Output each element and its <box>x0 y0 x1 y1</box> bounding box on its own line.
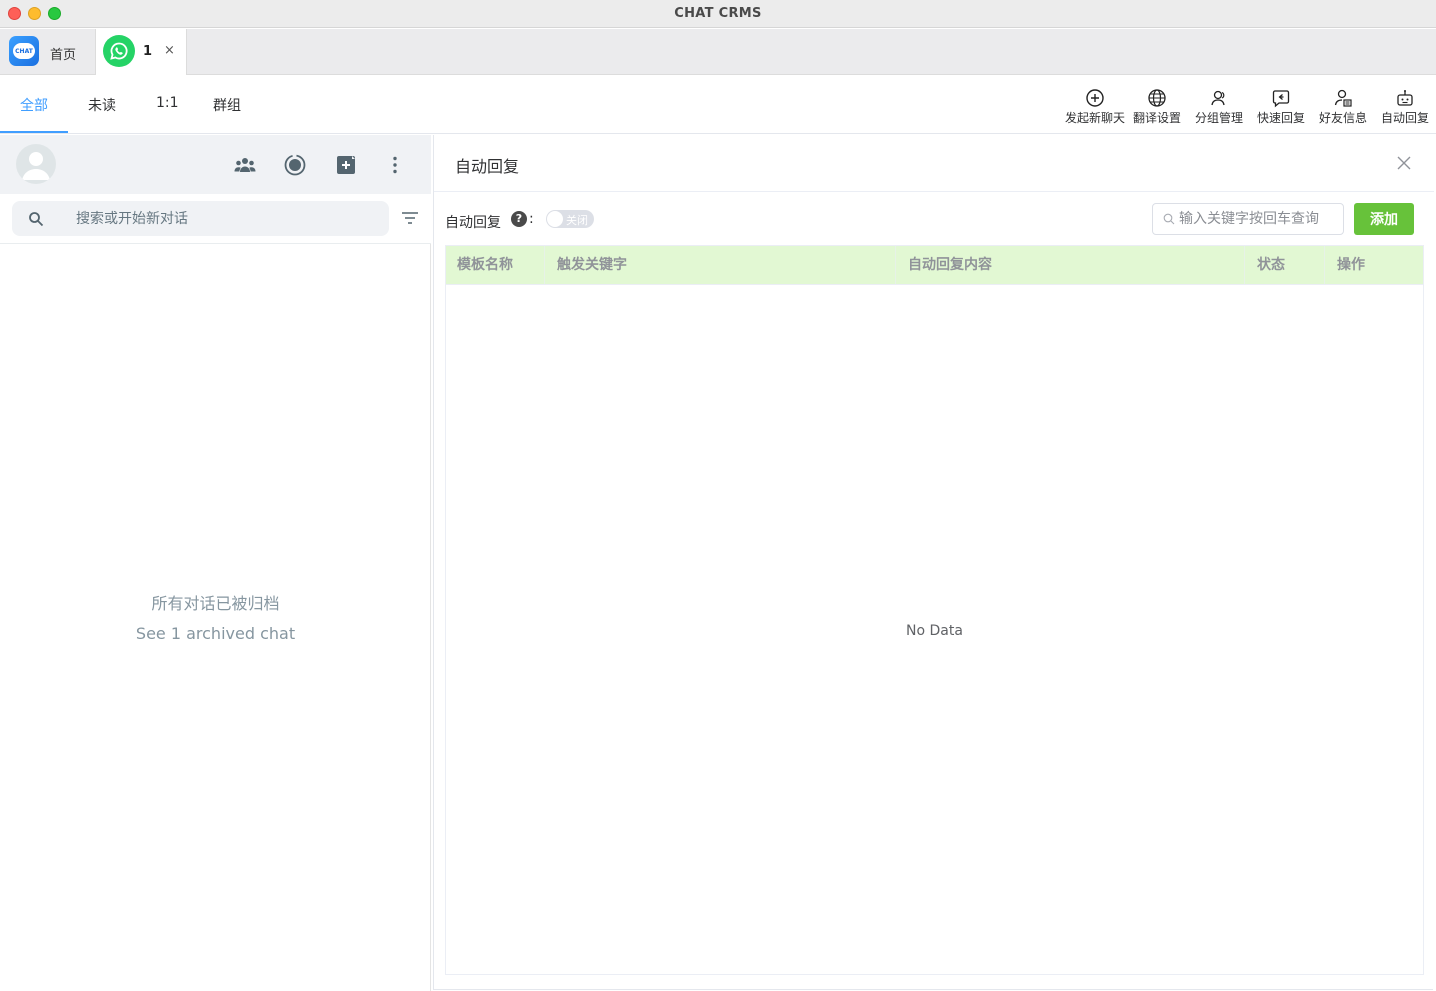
whatsapp-icon <box>103 35 135 67</box>
robot-icon <box>1397 90 1413 106</box>
friend-info-button[interactable]: 好友信息 <box>1312 88 1374 126</box>
auto-reply-button[interactable]: 自动回复 <box>1374 88 1436 126</box>
auto-reply-table: 模板名称 触发关键字 自动回复内容 状态 操作 No Data <box>445 245 1424 975</box>
auto-reply-toggle-label: 自动回复 <box>445 215 501 231</box>
tab-all[interactable]: 全部 <box>20 95 48 115</box>
keyword-search-input[interactable] <box>1179 204 1339 234</box>
column-actions: 操作 <box>1337 257 1365 273</box>
app-tab-strip: CHAT 首页 1 × <box>0 29 1436 75</box>
keyword-search-box[interactable] <box>1152 203 1344 235</box>
chat-search-row <box>0 194 431 244</box>
filter-icon[interactable] <box>401 211 419 225</box>
column-status: 状态 <box>1246 246 1325 285</box>
window-titlebar: CHAT CRMS <box>0 0 1436 28</box>
search-icon <box>1163 213 1175 225</box>
reply-icon <box>1272 90 1290 108</box>
tab-groups[interactable]: 群组 <box>213 95 241 115</box>
contact-icon <box>1334 89 1352 107</box>
chat-list-panel: 所有对话已被归档 See 1 archived chat <box>0 135 431 991</box>
add-button[interactable]: 添加 <box>1354 203 1414 235</box>
label-colon: : <box>529 211 534 227</box>
translate-settings-label: 翻译设置 <box>1132 111 1181 125</box>
chat-crms-logo-icon: CHAT <box>9 36 39 66</box>
window-title: CHAT CRMS <box>674 6 762 21</box>
archived-chats-link[interactable]: See 1 archived chat <box>0 624 431 643</box>
table-header: 模板名称 触发关键字 自动回复内容 状态 操作 <box>446 246 1423 285</box>
tab-whatsapp[interactable]: 1 × <box>95 29 187 75</box>
new-chat-icon[interactable] <box>334 153 358 177</box>
menu-icon[interactable] <box>383 153 407 177</box>
quick-reply-button[interactable]: 快速回复 <box>1250 88 1312 126</box>
quick-reply-label: 快速回复 <box>1256 111 1305 125</box>
new-chat-label: 发起新聊天 <box>1064 111 1125 125</box>
auto-reply-label: 自动回复 <box>1380 111 1429 125</box>
default-avatar-icon <box>22 152 50 180</box>
plus-circle-icon <box>1086 89 1104 107</box>
search-icon <box>29 212 44 227</box>
active-tab-indicator <box>0 131 68 133</box>
translate-settings-button[interactable]: 翻译设置 <box>1126 88 1188 126</box>
status-icon[interactable] <box>283 153 307 177</box>
chat-search-input[interactable] <box>76 201 376 236</box>
tab-unread[interactable]: 未读 <box>88 95 116 115</box>
column-reply-content: 自动回复内容 <box>897 246 1245 285</box>
column-trigger-keyword: 触发关键字 <box>546 246 896 285</box>
archived-title: 所有对话已被归档 <box>151 594 280 613</box>
chat-list-header <box>0 135 431 194</box>
tab-whatsapp-label: 1 <box>143 44 153 59</box>
chat-search-box[interactable] <box>12 201 389 236</box>
users-icon <box>1211 90 1225 106</box>
switch-knob <box>547 211 563 227</box>
column-template-name: 模板名称 <box>446 246 545 285</box>
group-management-label: 分组管理 <box>1194 111 1243 125</box>
empty-table-text: No Data <box>906 623 963 639</box>
tab-home[interactable]: CHAT 首页 <box>0 29 94 75</box>
tab-home-label: 首页 <box>50 48 77 63</box>
filter-toolbar-row: 全部 未读 1:1 群组 发起新聊天 翻译设置 分组管理 快速回复 好友信息 自… <box>0 76 1436 134</box>
globe-icon <box>1148 89 1166 107</box>
dialog-divider <box>434 191 1434 192</box>
tab-close-icon[interactable]: × <box>164 43 175 58</box>
group-management-button[interactable]: 分组管理 <box>1188 88 1250 126</box>
logo-text: CHAT <box>13 43 35 59</box>
help-icon[interactable]: ? <box>511 211 527 227</box>
switch-state-text: 关闭 <box>566 214 588 227</box>
auto-reply-switch[interactable]: 关闭 <box>546 210 594 228</box>
avatar[interactable] <box>16 144 56 184</box>
auto-reply-dialog: 自动回复 自动回复 ? : 关闭 添加 模板名称 触发关键字 自动回复内容 状态… <box>433 135 1434 990</box>
communities-icon[interactable] <box>233 153 257 177</box>
tab-one-to-one[interactable]: 1:1 <box>156 95 179 111</box>
friend-info-label: 好友信息 <box>1318 111 1367 125</box>
close-icon[interactable] <box>1394 153 1414 173</box>
new-chat-button[interactable]: 发起新聊天 <box>1064 88 1126 126</box>
dialog-title: 自动回复 <box>455 157 520 176</box>
